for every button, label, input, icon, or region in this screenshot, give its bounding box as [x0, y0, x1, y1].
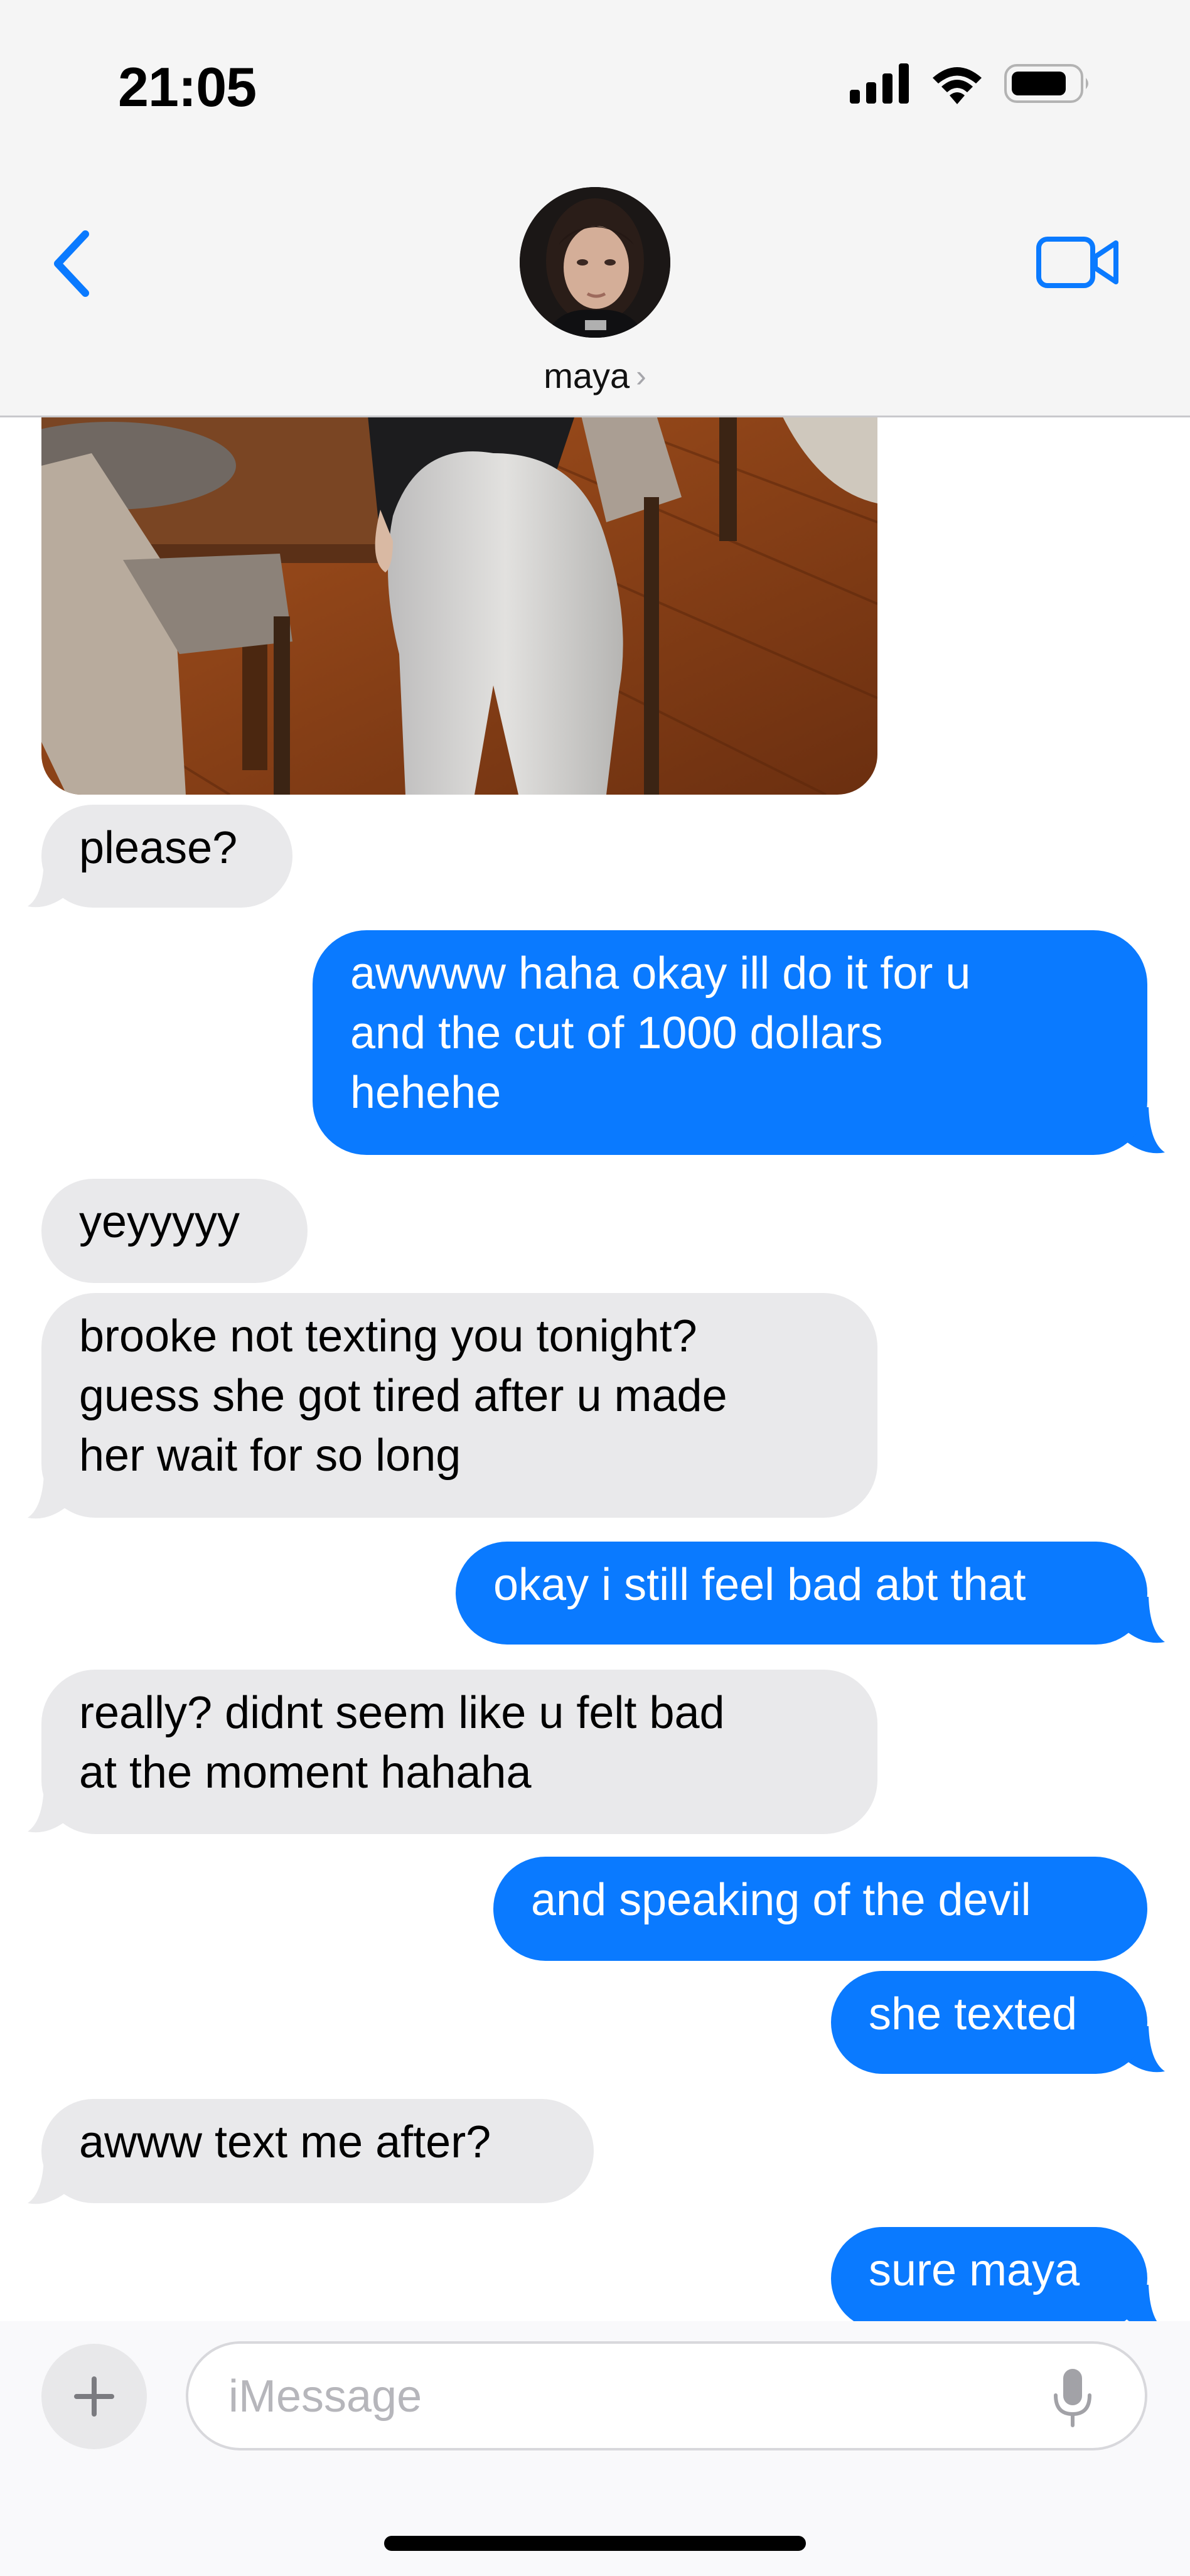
- message-bubble-outgoing[interactable]: awwww haha okay ill do it for u and the …: [313, 930, 1147, 1155]
- wifi-icon: [933, 67, 982, 104]
- status-icons: [850, 63, 1092, 104]
- cellular-signal-icon: [850, 63, 909, 104]
- message-bubble-outgoing[interactable]: and speaking of the devil: [493, 1857, 1147, 1961]
- message-input-field[interactable]: [186, 2341, 1147, 2450]
- contact-name: maya: [544, 356, 630, 395]
- dictation-button[interactable]: [1044, 2368, 1101, 2428]
- imessage-input[interactable]: [227, 2344, 1046, 2449]
- avatar-photo: [520, 187, 670, 338]
- chevron-right-icon: ›: [636, 358, 646, 394]
- video-camera-icon: [1036, 237, 1118, 288]
- chevron-left-icon: [54, 230, 89, 297]
- plus-icon: [74, 2376, 114, 2417]
- photo-attachment[interactable]: [41, 416, 877, 795]
- home-indicator[interactable]: [384, 2536, 806, 2551]
- add-attachment-button[interactable]: [41, 2344, 147, 2449]
- message-bubble-incoming[interactable]: brooke not texting you tonight? guess sh…: [41, 1293, 877, 1518]
- microphone-icon: [1054, 2369, 1091, 2427]
- message-bubble-outgoing[interactable]: she texted: [831, 1971, 1147, 2074]
- message-bubble-incoming[interactable]: yeyyyyy: [41, 1179, 308, 1283]
- photo-image: [41, 416, 877, 795]
- message-bubble-incoming[interactable]: really? didnt seem like u felt bad at th…: [41, 1670, 877, 1834]
- contact-avatar[interactable]: [520, 187, 670, 338]
- facetime-video-button[interactable]: [1034, 231, 1122, 294]
- message-bubble-incoming[interactable]: awww text me after?: [41, 2099, 594, 2203]
- back-button[interactable]: [44, 226, 100, 301]
- battery-icon: [1004, 64, 1088, 103]
- contact-name-row[interactable]: maya ›: [0, 355, 1190, 396]
- conversation-header: 21:05 maya ›: [0, 0, 1190, 417]
- message-bubble-outgoing[interactable]: okay i still feel bad abt that: [456, 1542, 1147, 1645]
- message-bubble-outgoing[interactable]: sure maya: [831, 2227, 1147, 2330]
- imessage-conversation-screen: 21:05 maya › please? awwww haha okay ill…: [0, 0, 1190, 2576]
- status-time: 21:05: [118, 56, 257, 118]
- message-bubble-incoming[interactable]: please?: [41, 805, 292, 908]
